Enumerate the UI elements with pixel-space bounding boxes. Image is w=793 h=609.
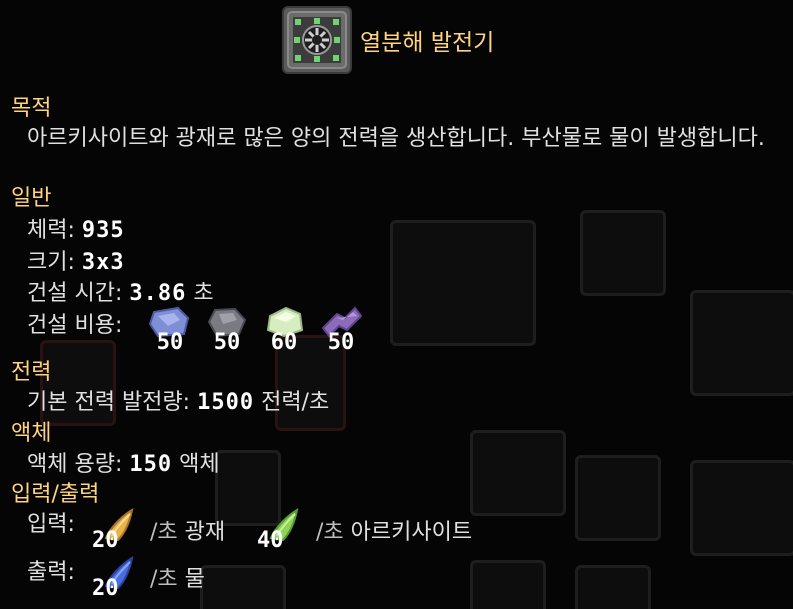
input-material-name: 광재 xyxy=(184,520,226,545)
input-label: 입력: xyxy=(27,512,75,537)
build-time-row: 건설 시간: 3.86 초 xyxy=(27,281,214,307)
build-time-label: 건설 시간: xyxy=(27,281,123,306)
build-time-unit: 초 xyxy=(193,281,214,306)
build-cost-amount: 60 xyxy=(270,330,298,355)
build-cost-amount: 50 xyxy=(156,330,184,355)
input-amount: 20 xyxy=(92,528,119,553)
block-description: 아르키사이트와 광재로 많은 양의 전력을 생산합니다. 부산물로 물이 발생합… xyxy=(27,126,765,151)
liquid-capacity-unit: 액체 xyxy=(179,452,220,477)
build-cost-item: 60 xyxy=(262,306,306,354)
section-title-general: 일반 xyxy=(11,186,52,211)
build-cost-amount: 50 xyxy=(327,330,355,355)
build-cost-item: 50 xyxy=(205,306,249,354)
build-cost-amount: 50 xyxy=(213,330,241,355)
input-item: 20 xyxy=(92,508,154,554)
build-cost-label: 건설 비용: xyxy=(27,313,123,338)
build-cost-item: 50 xyxy=(148,306,192,354)
output-label: 출력: xyxy=(27,560,75,585)
size-row: 크기: 3x3 xyxy=(27,250,125,276)
input-rate-name: /초 광재 xyxy=(150,520,225,546)
input-rate: /초 xyxy=(150,520,178,545)
input-material-name: 아르키사이트 xyxy=(350,520,473,545)
size-value: 3x3 xyxy=(81,250,125,275)
input-rate-name: /초 아르키사이트 xyxy=(316,520,472,546)
block-title: 열분해 발전기 xyxy=(360,30,495,56)
output-rate: /초 xyxy=(150,567,178,592)
input-item: 40 xyxy=(257,508,319,554)
health-row: 체력: 935 xyxy=(27,218,125,244)
output-item: 20 xyxy=(92,556,154,602)
output-material-name: 물 xyxy=(184,567,205,592)
output-amount: 20 xyxy=(92,576,119,601)
power-label: 기본 전력 발전량: xyxy=(27,390,191,415)
pyrolysis-generator-icon xyxy=(282,6,352,74)
output-rate-name: /초 물 xyxy=(150,567,205,593)
liquid-capacity-label: 액체 용량: xyxy=(27,452,123,477)
health-value: 935 xyxy=(81,218,125,243)
liquid-capacity-value: 150 xyxy=(129,452,173,477)
liquid-capacity-row: 액체 용량: 150 액체 xyxy=(27,452,220,478)
input-rate: /초 xyxy=(316,520,344,545)
power-unit: 전력/초 xyxy=(261,390,330,415)
power-row: 기본 전력 발전량: 1500 전력/초 xyxy=(27,390,329,416)
power-value: 1500 xyxy=(197,390,255,415)
build-cost-item: 50 xyxy=(319,306,363,354)
health-label: 체력: xyxy=(27,218,75,243)
section-title-power: 전력 xyxy=(11,360,52,385)
build-time-value: 3.86 xyxy=(129,281,187,306)
section-title-io: 입력/출력 xyxy=(11,482,100,507)
section-title-purpose: 목적 xyxy=(11,96,52,121)
size-label: 크기: xyxy=(27,250,75,275)
block-info-panel: 열분해 발전기 목적 아르키사이트와 광재로 많은 양의 전력을 생산합니다. … xyxy=(0,0,793,609)
section-title-liquid: 액체 xyxy=(11,421,52,446)
block-header: 열분해 발전기 xyxy=(282,6,494,74)
input-amount: 40 xyxy=(257,528,284,553)
